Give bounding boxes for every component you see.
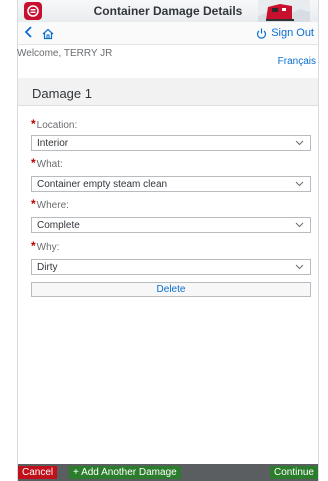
- chevron-down-icon: [295, 140, 304, 146]
- required-marker: *: [31, 239, 36, 253]
- what-value: Container empty steam clean: [37, 179, 168, 190]
- required-marker: *: [31, 197, 36, 211]
- section-title: Damage 1: [32, 86, 92, 101]
- continue-button[interactable]: Continue: [269, 466, 318, 479]
- welcome-text: Welcome, TERRY JR: [17, 48, 113, 59]
- add-another-damage-button[interactable]: + Add Another Damage: [69, 466, 181, 479]
- required-marker: *: [31, 117, 36, 131]
- where-select[interactable]: Complete: [31, 217, 311, 233]
- chevron-left-icon[interactable]: [24, 26, 34, 40]
- why-value: Dirty: [37, 262, 58, 273]
- cancel-button[interactable]: Cancel: [18, 466, 58, 479]
- why-select[interactable]: Dirty: [31, 259, 311, 275]
- what-select[interactable]: Container empty steam clean: [31, 176, 311, 192]
- where-label: *Where:: [31, 197, 69, 211]
- chevron-down-icon: [295, 181, 304, 187]
- sign-out-label: Sign Out: [271, 27, 314, 39]
- where-value: Complete: [37, 220, 80, 231]
- power-icon: [257, 28, 267, 39]
- chevron-down-icon: [295, 222, 304, 228]
- chevron-down-icon: [295, 264, 304, 270]
- train-image: [258, 0, 310, 22]
- home-icon[interactable]: [42, 27, 54, 45]
- app-header: Container Damage Details: [18, 0, 318, 23]
- location-select[interactable]: Interior: [31, 135, 311, 151]
- app-frame: Container Damage Details Sign Out Welcom…: [17, 0, 319, 481]
- why-label: *Why:: [31, 239, 60, 253]
- what-label: *What:: [31, 156, 63, 170]
- nav-bar: Sign Out: [18, 22, 318, 45]
- sign-out-button[interactable]: Sign Out: [256, 27, 314, 39]
- language-link[interactable]: Français: [278, 56, 316, 67]
- required-marker: *: [31, 156, 36, 170]
- location-label: *Location:: [31, 117, 78, 131]
- delete-button[interactable]: Delete: [31, 282, 311, 297]
- damage-section-header: Damage 1: [18, 78, 318, 106]
- location-value: Interior: [37, 138, 69, 149]
- footer-toolbar: Cancel + Add Another Damage Continue: [18, 464, 318, 481]
